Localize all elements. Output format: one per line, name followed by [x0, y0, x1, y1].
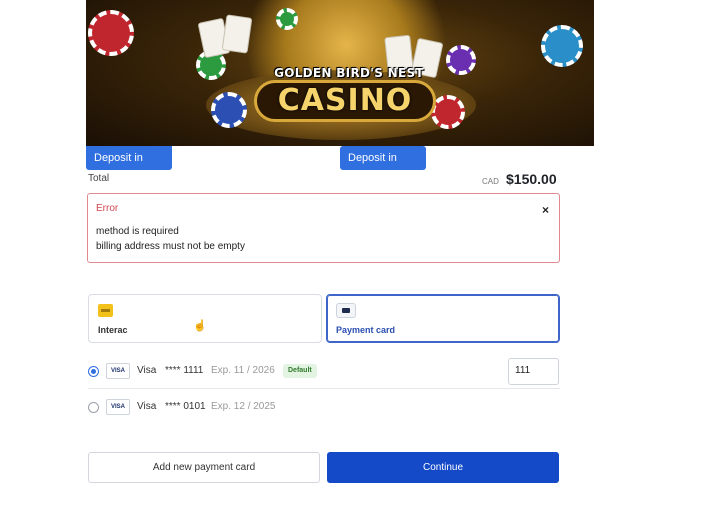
method-label: Interac — [98, 325, 128, 335]
hand-cursor-icon: ☝ — [193, 320, 207, 332]
poker-chip-icon — [276, 8, 298, 30]
banner-logo-subtitle: GOLDEN BIRD'S NEST — [274, 66, 424, 80]
card-last4: **** 1111 — [165, 365, 204, 376]
deposit-cad-button[interactable]: Deposit in CAD — [340, 146, 426, 188]
visa-icon: VISA — [106, 363, 130, 379]
error-message: billing address must not be empty — [96, 241, 245, 252]
credit-card-icon — [336, 303, 356, 318]
poker-chip-icon — [431, 95, 465, 129]
cvv-input[interactable]: 111 — [508, 358, 559, 385]
card-expiry: Exp. 12 / 2025 — [211, 401, 276, 412]
banner-logo-title: CASINO — [254, 80, 436, 122]
poker-chip-icon — [541, 25, 583, 67]
deposit-usd-button[interactable]: Deposit in USD — [86, 146, 172, 188]
poker-chip-icon — [446, 45, 476, 75]
playing-card-icon — [221, 14, 253, 54]
add-new-card-button[interactable]: Add new payment card — [88, 452, 320, 483]
close-icon[interactable]: × — [542, 203, 549, 217]
poker-chip-icon — [211, 92, 247, 128]
error-alert: Error × method is required billing addre… — [87, 193, 560, 263]
card-brand: Visa — [137, 401, 157, 412]
casino-banner: GOLDEN BIRD'S NEST CASINO — [86, 0, 594, 146]
total-label: Total — [88, 173, 110, 184]
saved-card-row[interactable]: VISA Visa **** 1111 Exp. 11 / 2026 Defau… — [88, 357, 560, 389]
total-amount: $150.00 — [506, 171, 557, 187]
total-currency: CAD — [482, 177, 499, 186]
card-expiry: Exp. 11 / 2026 — [211, 365, 275, 376]
default-badge: Default — [283, 364, 317, 378]
poker-chip-icon — [88, 10, 134, 56]
error-title: Error — [96, 203, 119, 214]
saved-card-row[interactable]: VISA Visa **** 0101 Exp. 12 / 2025 — [88, 393, 560, 423]
method-label: Payment card — [336, 325, 396, 335]
visa-icon: VISA — [106, 399, 130, 415]
method-option-payment-card[interactable]: Payment card — [326, 294, 560, 343]
card-brand: Visa — [137, 365, 157, 376]
continue-button[interactable]: Continue — [327, 452, 559, 483]
saved-card-radio[interactable] — [88, 366, 99, 377]
saved-card-radio[interactable] — [88, 402, 99, 413]
interac-icon — [98, 304, 113, 317]
card-last4: **** 0101 — [165, 401, 206, 412]
error-message: method is required — [96, 226, 179, 237]
